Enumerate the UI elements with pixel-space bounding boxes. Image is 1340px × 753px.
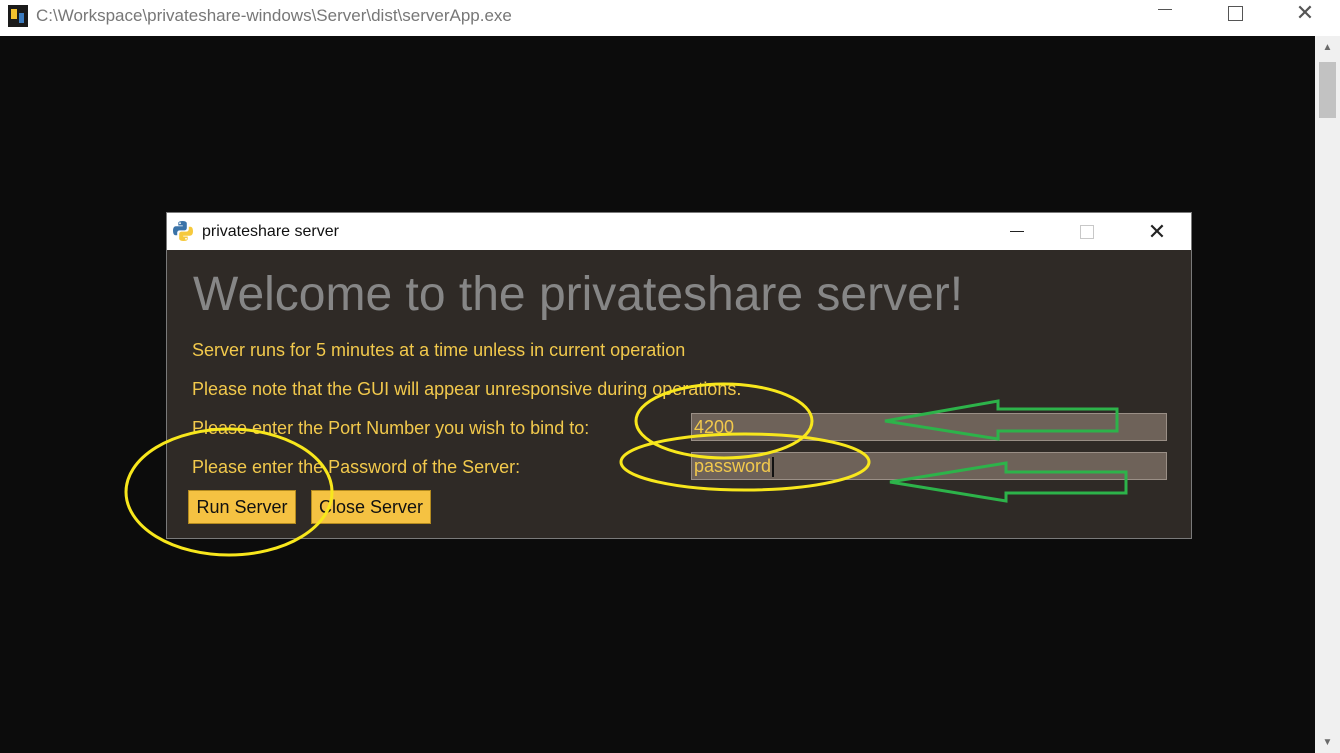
port-label: Please enter the Port Number you wish to… (192, 418, 590, 438)
console-window-title: C:\Workspace\privateshare-windows\Server… (36, 6, 512, 25)
scroll-thumb[interactable] (1319, 62, 1336, 118)
console-minimize-button[interactable] (1130, 0, 1200, 32)
dialog-minimize-button[interactable] (982, 213, 1052, 250)
scroll-up-arrow-icon[interactable]: ▲ (1315, 36, 1340, 58)
dialog-close-button[interactable]: ✕ (1122, 213, 1192, 250)
console-app-icon (8, 5, 28, 27)
port-input[interactable]: 4200 (691, 413, 1167, 441)
console-maximize-button[interactable] (1200, 0, 1270, 32)
close-icon: ✕ (1295, 0, 1315, 25)
console-scrollbar[interactable]: ▲ ▼ (1315, 36, 1340, 753)
minimize-icon (1158, 8, 1172, 10)
port-input-value: 4200 (694, 417, 735, 437)
welcome-heading: Welcome to the privateshare server! (193, 268, 964, 321)
scroll-down-arrow-icon[interactable]: ▼ (1315, 731, 1340, 753)
server-duration-note: Server runs for 5 minutes at a time unle… (192, 340, 686, 360)
text-cursor (772, 457, 775, 478)
password-input-value: password (694, 456, 772, 476)
maximize-icon (1080, 224, 1094, 239)
python-logo-icon (173, 221, 193, 241)
password-label: Please enter the Password of the Server: (192, 457, 521, 477)
maximize-icon (1227, 5, 1243, 21)
minimize-icon (1010, 231, 1024, 232)
close-server-button[interactable]: Close Server (311, 490, 431, 524)
close-icon: ✕ (1147, 218, 1167, 244)
dialog-title: privateshare server (202, 223, 339, 240)
gui-unresponsive-note: Please note that the GUI will appear unr… (192, 379, 742, 399)
console-titlebar: C:\Workspace\privateshare-windows\Server… (0, 0, 1340, 36)
privateshare-server-window: privateshare server ✕ Welcome to the pri… (166, 212, 1192, 539)
run-server-button[interactable]: Run Server (188, 490, 296, 524)
dialog-titlebar: privateshare server ✕ (167, 213, 1191, 250)
dialog-maximize-button[interactable] (1052, 213, 1122, 250)
console-close-button[interactable]: ✕ (1270, 0, 1340, 32)
password-input[interactable]: password (691, 452, 1167, 480)
